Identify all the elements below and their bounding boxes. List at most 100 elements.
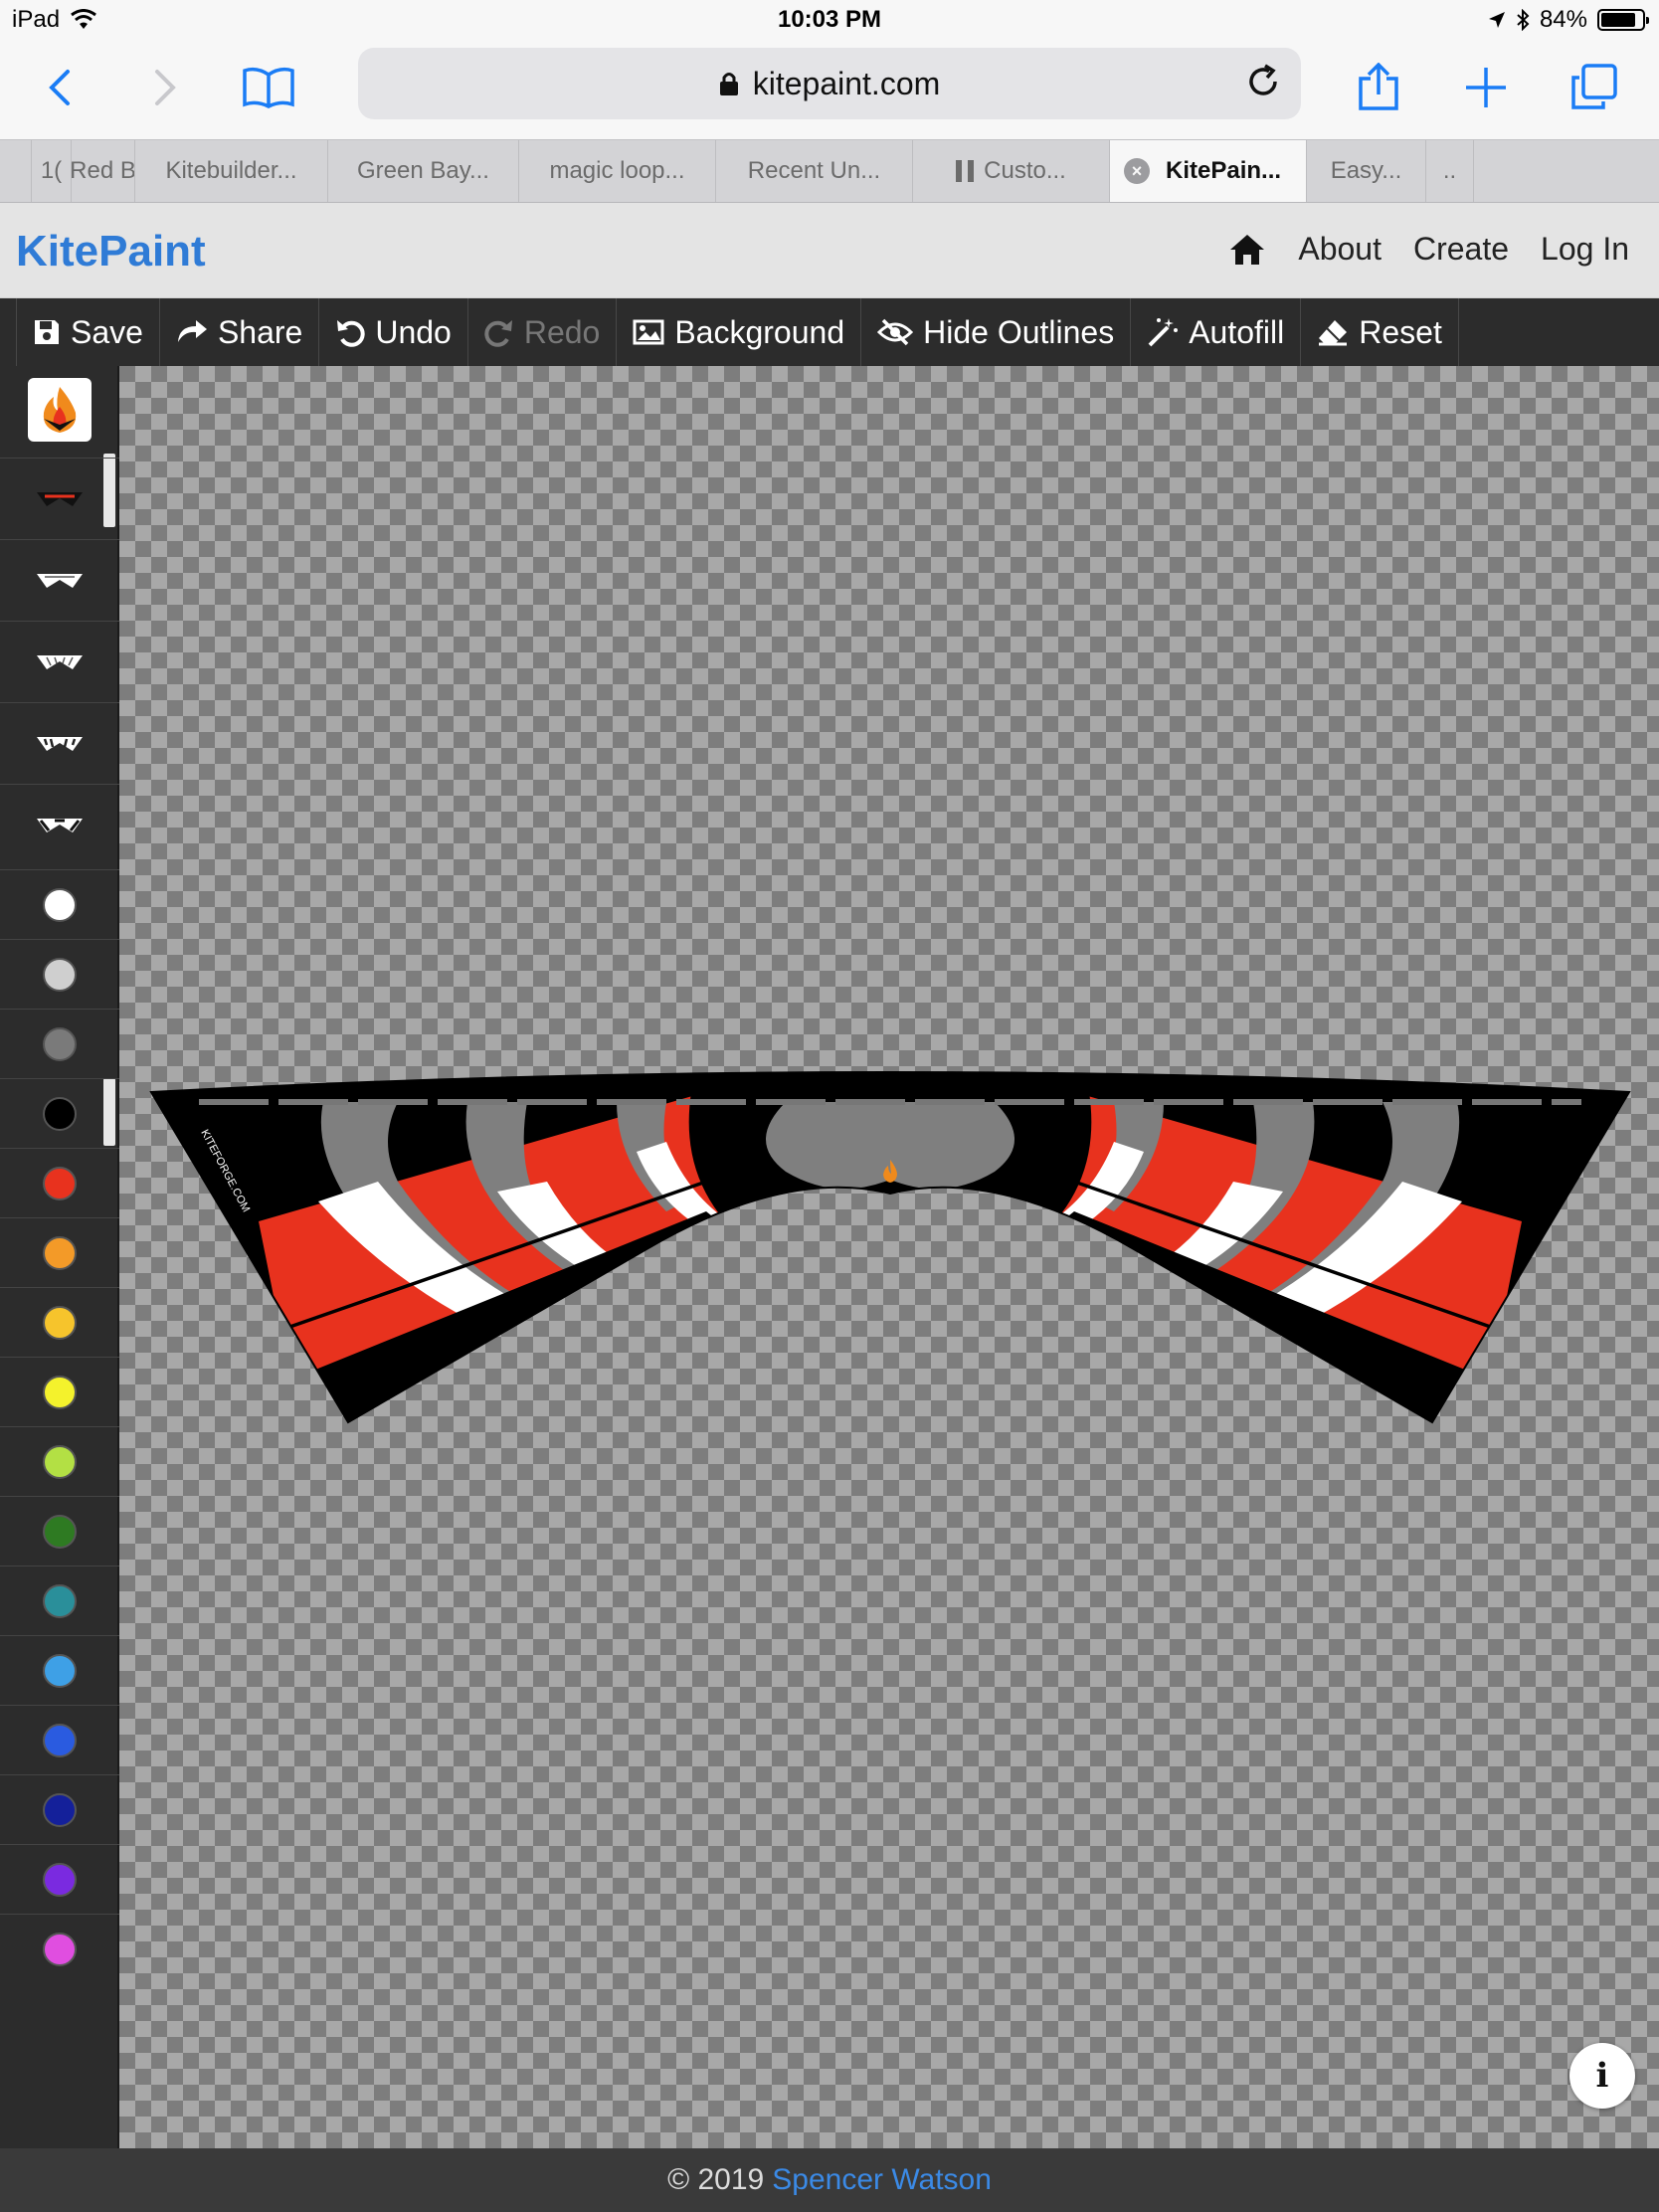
- swatch-dot: [43, 1792, 77, 1827]
- kite-model-thumb[interactable]: [0, 621, 119, 702]
- lock-icon: [719, 73, 738, 95]
- kiteforge-logo[interactable]: [28, 378, 92, 442]
- tab-item[interactable]: Red B: [72, 140, 135, 202]
- color-swatch[interactable]: [0, 1287, 119, 1357]
- swatch-dot: [43, 1514, 77, 1549]
- color-swatch[interactable]: [0, 1217, 119, 1287]
- share-label: Share: [217, 313, 303, 350]
- color-swatch[interactable]: [0, 1566, 119, 1635]
- tool-sidebar: [0, 366, 119, 2148]
- swatch-dot: [43, 1723, 77, 1757]
- tab-item[interactable]: magic loop...: [519, 140, 716, 202]
- tab-item[interactable]: Green Bay...: [328, 140, 519, 202]
- paint-canvas[interactable]: KITEFORGE.COM i: [119, 366, 1659, 2148]
- nav-links: About Create Log In: [1228, 231, 1629, 268]
- color-swatch[interactable]: [0, 1148, 119, 1217]
- eye-slash-icon: [877, 318, 914, 346]
- new-tab-icon[interactable]: [1456, 58, 1516, 117]
- image-icon: [633, 319, 664, 345]
- nav-create[interactable]: Create: [1413, 231, 1509, 268]
- redo-button[interactable]: Redo: [468, 298, 618, 366]
- kite-model-thumb[interactable]: [0, 784, 119, 865]
- bookmarks-icon[interactable]: [239, 58, 298, 117]
- tab-close-icon[interactable]: ×: [1124, 158, 1150, 184]
- home-icon[interactable]: [1228, 233, 1266, 267]
- nav-login[interactable]: Log In: [1541, 231, 1629, 268]
- share-icon[interactable]: [1349, 58, 1408, 117]
- tab-item[interactable]: 1(: [32, 140, 72, 202]
- swatch-dot: [43, 1026, 77, 1061]
- swatch-dot: [43, 1444, 77, 1479]
- tab-item[interactable]: ..: [1426, 140, 1474, 202]
- color-swatch[interactable]: [0, 869, 119, 939]
- editor-toolbar: Save Share Undo Redo Background Hide Out…: [0, 298, 1659, 366]
- redo-label: Redo: [523, 313, 601, 350]
- location-arrow-icon: [1488, 12, 1505, 28]
- address-bar[interactable]: kitepaint.com: [358, 48, 1301, 119]
- tab-item[interactable]: Kitebuilder...: [135, 140, 328, 202]
- share-button[interactable]: Share: [160, 298, 320, 366]
- tab-label: KitePain...: [1166, 157, 1282, 184]
- kite-model-thumb[interactable]: [0, 539, 119, 621]
- undo-label: Undo: [375, 313, 452, 350]
- reset-label: Reset: [1359, 313, 1442, 350]
- kite-model-thumb[interactable]: [0, 458, 119, 539]
- tab-active[interactable]: × KitePain...: [1110, 140, 1307, 202]
- color-swatch[interactable]: [0, 1705, 119, 1774]
- color-swatch[interactable]: [0, 1009, 119, 1078]
- back-icon[interactable]: [30, 58, 90, 117]
- bluetooth-icon: [1517, 9, 1530, 31]
- nav-about[interactable]: About: [1298, 231, 1382, 268]
- tabs-overview-icon[interactable]: [1564, 58, 1623, 117]
- forward-icon[interactable]: [135, 58, 195, 117]
- page-footer: © 2019 Spencer Watson: [0, 2148, 1659, 2212]
- tab-spacer: [0, 140, 32, 202]
- tab-item[interactable]: Custo...: [913, 140, 1110, 202]
- kite-variant-3-icon: [37, 654, 83, 669]
- reset-button[interactable]: Reset: [1301, 298, 1459, 366]
- kite-variant-1-icon: [37, 491, 83, 506]
- info-button[interactable]: i: [1569, 2043, 1635, 2109]
- tab-item[interactable]: Recent Un...: [716, 140, 913, 202]
- undo-button[interactable]: Undo: [319, 298, 468, 366]
- reload-icon[interactable]: [1243, 62, 1283, 101]
- brand-logo[interactable]: KitePaint: [16, 227, 206, 276]
- save-button[interactable]: Save: [16, 298, 160, 366]
- color-swatch[interactable]: [0, 1496, 119, 1566]
- color-swatch[interactable]: [0, 1426, 119, 1496]
- footer-author-link[interactable]: Spencer Watson: [772, 2163, 992, 2197]
- swatch-dot: [43, 1375, 77, 1409]
- tab-item[interactable]: Easy...: [1307, 140, 1426, 202]
- swatch-dot: [43, 1235, 77, 1270]
- kite-model-thumb[interactable]: [0, 702, 119, 784]
- color-swatch[interactable]: [0, 1914, 119, 1983]
- swatch-dot: [43, 1653, 77, 1688]
- color-swatch[interactable]: [0, 1078, 119, 1148]
- swatch-dot: [43, 1932, 77, 1966]
- swatch-dot: [43, 1305, 77, 1340]
- autofill-label: Autofill: [1189, 313, 1285, 350]
- hide-outlines-button[interactable]: Hide Outlines: [861, 298, 1132, 366]
- kite-variant-5-icon: [37, 818, 83, 832]
- kite-panels: [151, 1072, 1629, 1422]
- share-arrow-icon: [177, 320, 207, 342]
- swatch-dot: [43, 1862, 77, 1897]
- kite-variant-2-icon: [37, 573, 83, 588]
- status-bar: iPad 10:03 PM 84%: [0, 0, 1659, 40]
- app-navbar: KitePaint About Create Log In: [0, 203, 1659, 298]
- hide-outlines-label: Hide Outlines: [923, 313, 1115, 350]
- color-swatch[interactable]: [0, 1774, 119, 1844]
- tab-label: Custo...: [984, 157, 1066, 184]
- color-swatch[interactable]: [0, 1357, 119, 1426]
- footer-copyright: © 2019: [667, 2163, 765, 2196]
- background-button[interactable]: Background: [617, 298, 862, 366]
- color-swatch[interactable]: [0, 939, 119, 1009]
- autofill-button[interactable]: Autofill: [1131, 298, 1302, 366]
- kite-design[interactable]: KITEFORGE.COM: [149, 1003, 1631, 1520]
- color-swatch[interactable]: [0, 1635, 119, 1705]
- swatch-dot: [43, 887, 77, 922]
- color-swatch[interactable]: [0, 1844, 119, 1914]
- status-time: 10:03 PM: [777, 6, 882, 33]
- battery-icon: [1597, 9, 1649, 31]
- redo-icon: [484, 320, 512, 347]
